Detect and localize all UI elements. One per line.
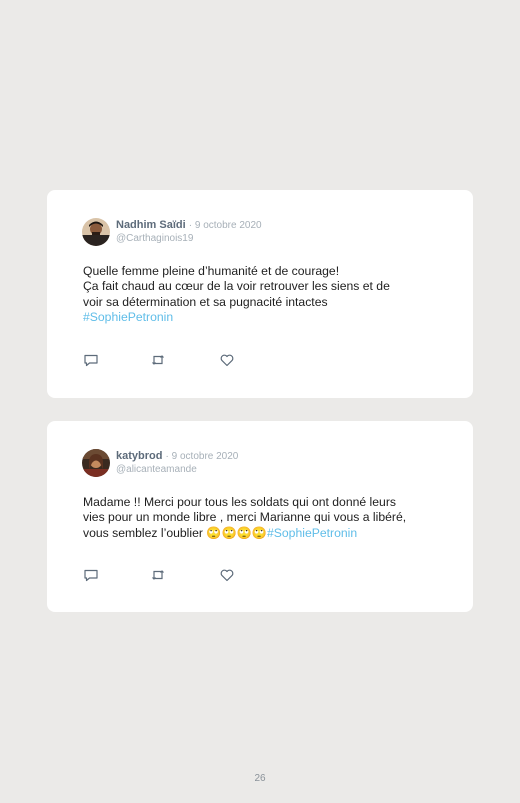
- page-number: 26: [254, 773, 266, 784]
- heart-icon[interactable]: [219, 352, 235, 368]
- avatar[interactable]: [82, 218, 110, 246]
- comment-icon[interactable]: [83, 352, 99, 368]
- tweet-line: voir sa détermination et sa pugnacité in…: [83, 294, 328, 309]
- tweet-line: vous semblez l’oublier: [83, 525, 207, 540]
- tweet-text: Quelle femme pleine d’humanité et de cou…: [83, 264, 443, 325]
- avatar[interactable]: [82, 449, 110, 477]
- tweet-line: Quelle femme pleine d’humanité et de cou…: [83, 264, 340, 278]
- tweet-card: Nadhim Saïdi · 9 octobre 2020 @Carthagin…: [47, 190, 473, 398]
- rolling-eyes-emoji: 🙄🙄🙄🙄: [206, 525, 267, 540]
- author-handle[interactable]: @Carthaginois19: [116, 233, 193, 244]
- author-name[interactable]: katybrod: [116, 450, 162, 462]
- author-line: katybrod · 9 octobre 2020: [116, 450, 238, 462]
- tweet-text: Madame !! Merci pour tous les soldats qu…: [83, 495, 443, 541]
- author-line: Nadhim Saïdi · 9 octobre 2020: [116, 219, 262, 231]
- author-name[interactable]: Nadhim Saïdi: [116, 219, 186, 231]
- retweet-icon[interactable]: [150, 352, 166, 368]
- author-handle[interactable]: @alicanteamande: [116, 464, 197, 475]
- hashtag-link[interactable]: #SophiePetronin: [267, 526, 357, 540]
- hashtag-link[interactable]: #SophiePetronin: [83, 310, 173, 324]
- comment-icon[interactable]: [83, 567, 99, 583]
- heart-icon[interactable]: [219, 567, 235, 583]
- tweet-line: Ça fait chaud au cœur de la voir retrouv…: [83, 279, 390, 294]
- tweet-date: · 9 octobre 2020: [165, 451, 239, 462]
- tweet-line: Madame !! Merci pour tous les soldats qu…: [83, 495, 396, 509]
- retweet-icon[interactable]: [150, 567, 166, 583]
- tweet-card: katybrod · 9 octobre 2020 @alicanteamand…: [47, 421, 473, 612]
- tweet-line: vies pour un monde libre , merci Mariann…: [83, 510, 407, 525]
- tweet-date: · 9 octobre 2020: [188, 220, 262, 231]
